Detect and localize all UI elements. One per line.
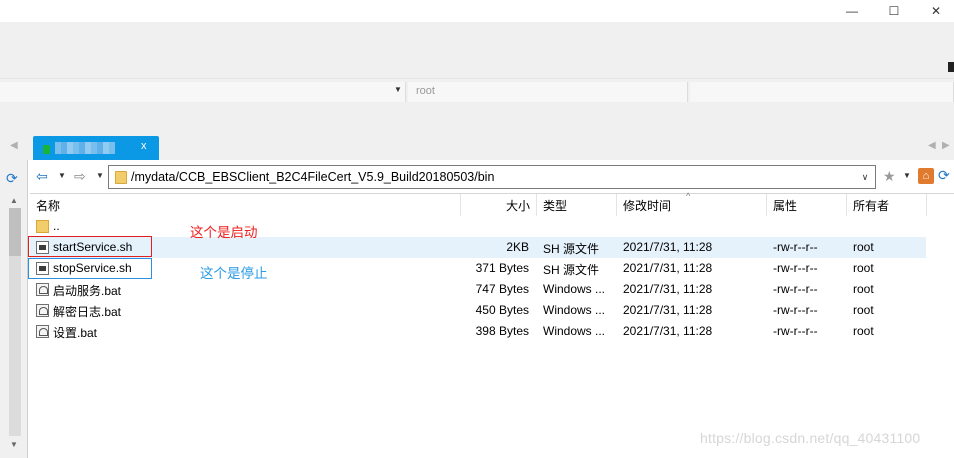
close-icon: ✕ — [930, 4, 942, 18]
host-selector[interactable] — [0, 82, 406, 102]
toolbar-overflow-marker — [948, 62, 954, 72]
file-modified: 2021/7/31, 11:28 — [623, 240, 713, 254]
stop-annotation: 这个是停止 — [200, 266, 268, 281]
maximize-button[interactable]: ☐ — [874, 0, 914, 22]
tab-scroll-left-icon[interactable]: ◀ — [10, 140, 18, 151]
username-placeholder: root — [416, 85, 435, 97]
file-list-header: 名称 大小 类型 修改时间 ^ 属性 所有者 — [30, 191, 954, 216]
connection-status-icon — [43, 145, 50, 154]
start-highlight-box — [28, 236, 152, 257]
scroll-up-icon[interactable]: ▲ — [10, 196, 18, 205]
password-field[interactable] — [690, 82, 954, 102]
file-attributes: -rw-r--r-- — [773, 261, 818, 275]
username-field[interactable] — [408, 82, 688, 102]
path-input[interactable]: /mydata/CCB_EBSClient_B2C4FileCert_V5.9_… — [108, 165, 876, 189]
tab-scroll-right-icon[interactable]: ▶ — [942, 140, 950, 151]
tab-close-icon[interactable]: x — [141, 140, 147, 152]
file-row-parent[interactable]: .. — [30, 216, 926, 237]
batch-file-icon — [36, 304, 49, 317]
left-panel-strip: ⟳ ▲ ▼ — [0, 160, 28, 458]
forward-history-dropdown-icon[interactable]: ▼ — [96, 171, 104, 180]
maximize-icon: ☐ — [888, 4, 900, 18]
scrollbar-thumb[interactable] — [9, 208, 21, 256]
path-toolbar: ⇦ ▼ ⇨ ▼ /mydata/CCB_EBSClient_B2C4FileCe… — [30, 165, 954, 189]
file-size: 450 Bytes — [475, 303, 529, 317]
column-header-modified[interactable]: 修改时间 — [617, 194, 767, 216]
path-text: /mydata/CCB_EBSClient_B2C4FileCert_V5.9_… — [131, 170, 495, 184]
sort-ascending-icon: ^ — [686, 191, 691, 201]
minimize-button[interactable]: — — [832, 0, 872, 22]
column-header-owner[interactable]: 所有者 — [847, 194, 927, 216]
remote-file-pane: ⟳ ▲ ▼ ⇦ ▼ ⇨ ▼ /mydata/CCB_EBSClient_B2C4… — [0, 160, 954, 458]
file-name: 启动服务.bat — [53, 284, 122, 298]
file-modified: 2021/7/31, 11:28 — [623, 303, 713, 317]
file-name: 设置.bat — [53, 326, 98, 340]
tab-scroll-left-icon-right[interactable]: ◀ — [928, 140, 936, 151]
file-size: 2KB — [506, 240, 529, 254]
folder-icon — [36, 220, 49, 233]
title-bar: — ☐ ✕ — [0, 0, 954, 22]
chevron-down-icon[interactable]: ▼ — [394, 85, 402, 94]
file-owner: root — [853, 324, 874, 338]
bookmark-dropdown-icon[interactable]: ▼ — [903, 171, 911, 180]
file-row-stopservice[interactable]: stopService.sh 371 Bytes SH 源文件 2021/7/3… — [30, 258, 926, 279]
bookmark-star-icon[interactable]: ★ — [883, 168, 896, 185]
file-row-startservice[interactable]: startService.sh 2KB SH 源文件 2021/7/31, 11… — [30, 237, 926, 258]
file-size: 398 Bytes — [475, 324, 529, 338]
column-header-name[interactable]: 名称 — [30, 194, 461, 216]
path-dropdown-icon[interactable]: ∨ — [857, 168, 873, 186]
tab-session[interactable]: x — [33, 136, 159, 160]
file-modified: 2021/7/31, 11:28 — [623, 261, 713, 275]
file-modified: 2021/7/31, 11:28 — [623, 282, 713, 296]
folder-icon — [115, 171, 127, 184]
stop-highlight-box — [28, 258, 152, 279]
file-owner: root — [853, 282, 874, 296]
file-name: .. — [53, 219, 60, 233]
file-attributes: -rw-r--r-- — [773, 240, 818, 254]
file-name: 解密日志.bat — [53, 305, 122, 319]
minimize-icon: — — [846, 4, 858, 18]
back-arrow-icon[interactable]: ⇦ — [36, 168, 48, 185]
forward-arrow-icon[interactable]: ⇨ — [74, 168, 86, 185]
file-type: Windows ... — [543, 324, 606, 338]
batch-file-icon — [36, 283, 49, 296]
file-row-settings-bat[interactable]: 设置.bat 398 Bytes Windows ... 2021/7/31, … — [30, 321, 926, 342]
file-type: SH 源文件 — [543, 242, 600, 256]
batch-file-icon — [36, 325, 49, 338]
file-type: Windows ... — [543, 303, 606, 317]
file-owner: root — [853, 240, 874, 254]
file-size: 747 Bytes — [475, 282, 529, 296]
file-row-start-bat[interactable]: 启动服务.bat 747 Bytes Windows ... 2021/7/31… — [30, 279, 926, 300]
tab-bar: ◀ x ◀ ▶ — [0, 134, 954, 160]
file-size: 371 Bytes — [475, 261, 529, 275]
back-history-dropdown-icon[interactable]: ▼ — [58, 171, 66, 180]
start-annotation: 这个是启动 — [190, 225, 258, 240]
file-attributes: -rw-r--r-- — [773, 324, 818, 338]
column-header-attributes[interactable]: 属性 — [767, 194, 847, 216]
file-row-decrypt-log-bat[interactable]: 解密日志.bat 450 Bytes Windows ... 2021/7/31… — [30, 300, 926, 321]
file-attributes: -rw-r--r-- — [773, 282, 818, 296]
home-icon[interactable]: ⌂ — [918, 168, 934, 184]
file-owner: root — [853, 261, 874, 275]
file-type: Windows ... — [543, 282, 606, 296]
file-attributes: -rw-r--r-- — [773, 303, 818, 317]
toolbar-area — [0, 22, 954, 78]
session-bar: ▼ root — [0, 78, 954, 104]
column-header-type[interactable]: 类型 — [537, 194, 617, 216]
file-list: 名称 大小 类型 修改时间 ^ 属性 所有者 .. startService.s… — [30, 191, 954, 458]
refresh-icon[interactable]: ⟳ — [6, 170, 18, 187]
blank-strip — [0, 104, 954, 134]
file-modified: 2021/7/31, 11:28 — [623, 324, 713, 338]
tab-label-redacted — [55, 142, 115, 154]
refresh-icon[interactable]: ⟳ — [938, 167, 950, 184]
scroll-down-icon[interactable]: ▼ — [10, 440, 18, 449]
column-header-size[interactable]: 大小 — [461, 194, 537, 216]
file-type: SH 源文件 — [543, 263, 600, 277]
watermark: https://blog.csdn.net/qq_40431100 — [700, 430, 921, 446]
close-window-button[interactable]: ✕ — [916, 0, 954, 22]
file-owner: root — [853, 303, 874, 317]
